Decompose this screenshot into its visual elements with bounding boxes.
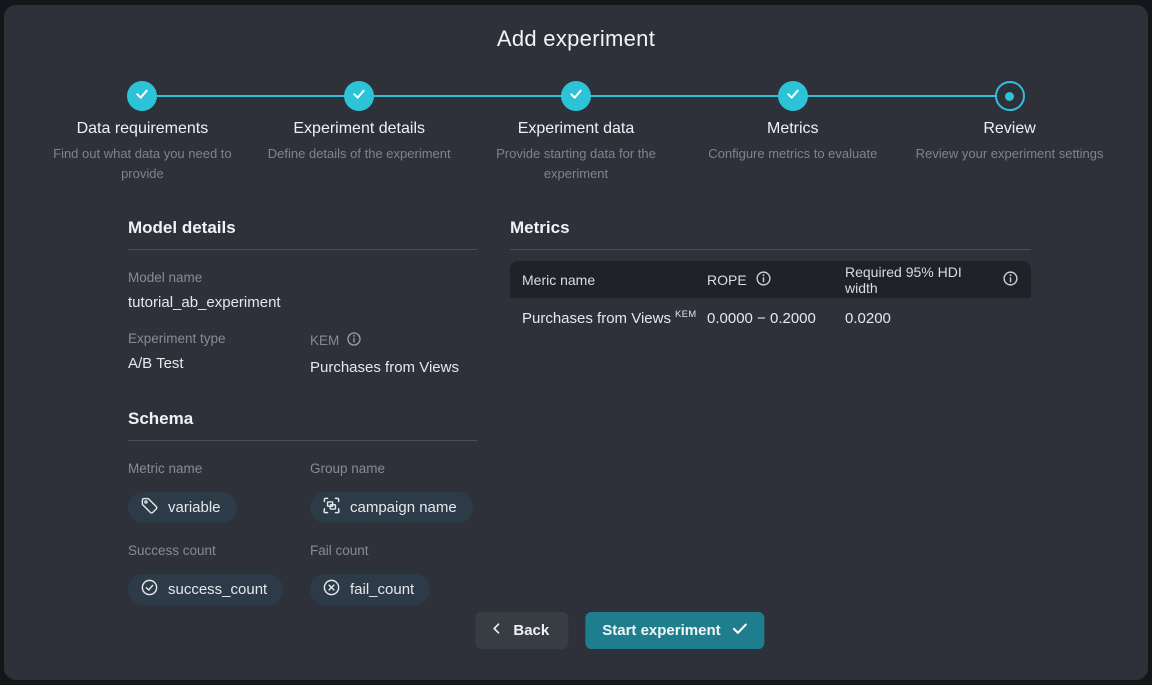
step-experiment-data[interactable]: Experiment data Provide starting data fo… — [468, 81, 685, 184]
kem-label: KEM — [310, 333, 339, 348]
back-button[interactable]: Back — [475, 612, 568, 649]
step-description: Configure metrics to evaluate — [708, 144, 877, 164]
check-circle-icon — [140, 578, 159, 601]
experiment-type-kem-row: Experiment type A/B Test KEM Purchases f… — [128, 331, 477, 376]
object-group-icon — [322, 496, 341, 519]
step-review[interactable]: Review Review your experiment settings — [901, 81, 1118, 184]
chevron-left-icon — [490, 622, 503, 639]
kem-value: Purchases from Views — [310, 359, 477, 376]
experiment-type-field: Experiment type A/B Test — [128, 331, 310, 376]
model-name-field: Model name tutorial_ab_experiment — [128, 270, 477, 311]
fail-count-chip: fail_count — [310, 574, 430, 605]
metric-name-cell: Purchases from Views KEM — [522, 310, 707, 327]
schema-row-1: Metric name variable Group name c — [128, 461, 477, 523]
dot-icon — [1005, 92, 1014, 101]
model-details-column: Model details Model name tutorial_ab_exp… — [128, 218, 477, 605]
table-row: Purchases from ViewsKEM 0.0000 − 0.2000 … — [510, 298, 1031, 338]
column-header-hdi-width: Required 95% HDI width — [845, 264, 1019, 296]
column-header-label: Meric name — [522, 272, 595, 288]
step-data-requirements[interactable]: Data requirements Find out what data you… — [34, 81, 251, 184]
model-name-value: tutorial_ab_experiment — [128, 294, 477, 311]
step-completed-circle — [778, 81, 808, 111]
step-description: Review your experiment settings — [916, 144, 1104, 164]
step-label: Experiment data — [518, 120, 635, 138]
check-icon — [785, 86, 801, 107]
step-description: Find out what data you need to provide — [44, 144, 240, 184]
step-completed-circle — [344, 81, 374, 111]
info-icon[interactable] — [1002, 270, 1019, 290]
check-icon — [351, 86, 367, 107]
add-experiment-dialog: Add experiment Data requirements Find ou… — [4, 5, 1148, 680]
success-count-chip-label: success_count — [168, 581, 267, 598]
wizard-footer: Back Start experiment — [475, 612, 764, 649]
check-icon — [568, 86, 584, 107]
schema-heading: Schema — [128, 409, 477, 441]
step-completed-circle — [561, 81, 591, 111]
step-metrics[interactable]: Metrics Configure metrics to evaluate — [684, 81, 901, 184]
page-title: Add experiment — [4, 26, 1148, 52]
fail-count-field: Fail count fail_count — [310, 543, 477, 605]
kem-label-row: KEM — [310, 331, 362, 350]
x-circle-icon — [322, 578, 341, 601]
review-content: Model details Model name tutorial_ab_exp… — [128, 218, 1148, 605]
column-header-label: Required 95% HDI width — [845, 264, 994, 296]
step-description: Provide starting data for the experiment — [478, 144, 674, 184]
experiment-type-label: Experiment type — [128, 331, 310, 346]
info-icon[interactable] — [346, 331, 362, 350]
hdi-width-cell: 0.0200 — [845, 310, 1019, 327]
fail-count-label: Fail count — [310, 543, 477, 558]
rope-cell: 0.0000 − 0.2000 — [707, 310, 845, 327]
metrics-table-header: Meric name ROPE Required 95% HDI width — [510, 261, 1031, 298]
check-icon — [731, 619, 750, 642]
group-name-chip-label: campaign name — [350, 499, 457, 516]
start-experiment-button[interactable]: Start experiment — [585, 612, 764, 649]
step-experiment-details[interactable]: Experiment details Define details of the… — [251, 81, 468, 184]
column-header-metric-name: Meric name — [522, 272, 707, 288]
metrics-heading: Metrics — [510, 218, 1031, 250]
check-icon — [134, 86, 150, 107]
metric-name-field: Metric name variable — [128, 461, 310, 523]
back-button-label: Back — [513, 622, 549, 639]
metric-name-chip-label: variable — [168, 499, 221, 516]
success-count-field: Success count success_count — [128, 543, 310, 605]
success-count-label: Success count — [128, 543, 310, 558]
column-header-rope: ROPE — [707, 270, 845, 290]
step-description: Define details of the experiment — [268, 144, 451, 164]
metric-name-text: Purchases from Views — [522, 310, 671, 327]
column-header-label: ROPE — [707, 272, 747, 288]
kem-superscript-tag: KEM — [675, 309, 697, 320]
experiment-type-value: A/B Test — [128, 355, 310, 372]
fail-count-chip-label: fail_count — [350, 581, 414, 598]
schema-row-2: Success count success_count Fail count — [128, 543, 477, 605]
group-name-label: Group name — [310, 461, 477, 476]
model-name-label: Model name — [128, 270, 477, 285]
start-experiment-label: Start experiment — [602, 622, 720, 639]
model-details-heading: Model details — [128, 218, 477, 250]
success-count-chip: success_count — [128, 574, 283, 605]
group-name-field: Group name campaign name — [310, 461, 477, 523]
metrics-column: Metrics Meric name ROPE Required 95% HDI… — [510, 218, 1031, 605]
step-label: Metrics — [767, 120, 819, 138]
info-icon[interactable] — [755, 270, 772, 290]
step-label: Experiment details — [293, 120, 425, 138]
wizard-stepper: Data requirements Find out what data you… — [34, 81, 1118, 184]
step-label: Data requirements — [77, 120, 209, 138]
group-name-chip: campaign name — [310, 492, 473, 523]
metrics-table: Meric name ROPE Required 95% HDI width — [510, 261, 1031, 338]
step-current-circle — [995, 81, 1025, 111]
metric-name-label: Metric name — [128, 461, 310, 476]
kem-field: KEM Purchases from Views — [310, 331, 477, 376]
metric-name-chip: variable — [128, 492, 237, 523]
step-label: Review — [983, 120, 1035, 138]
step-completed-circle — [127, 81, 157, 111]
tag-icon — [140, 496, 159, 519]
